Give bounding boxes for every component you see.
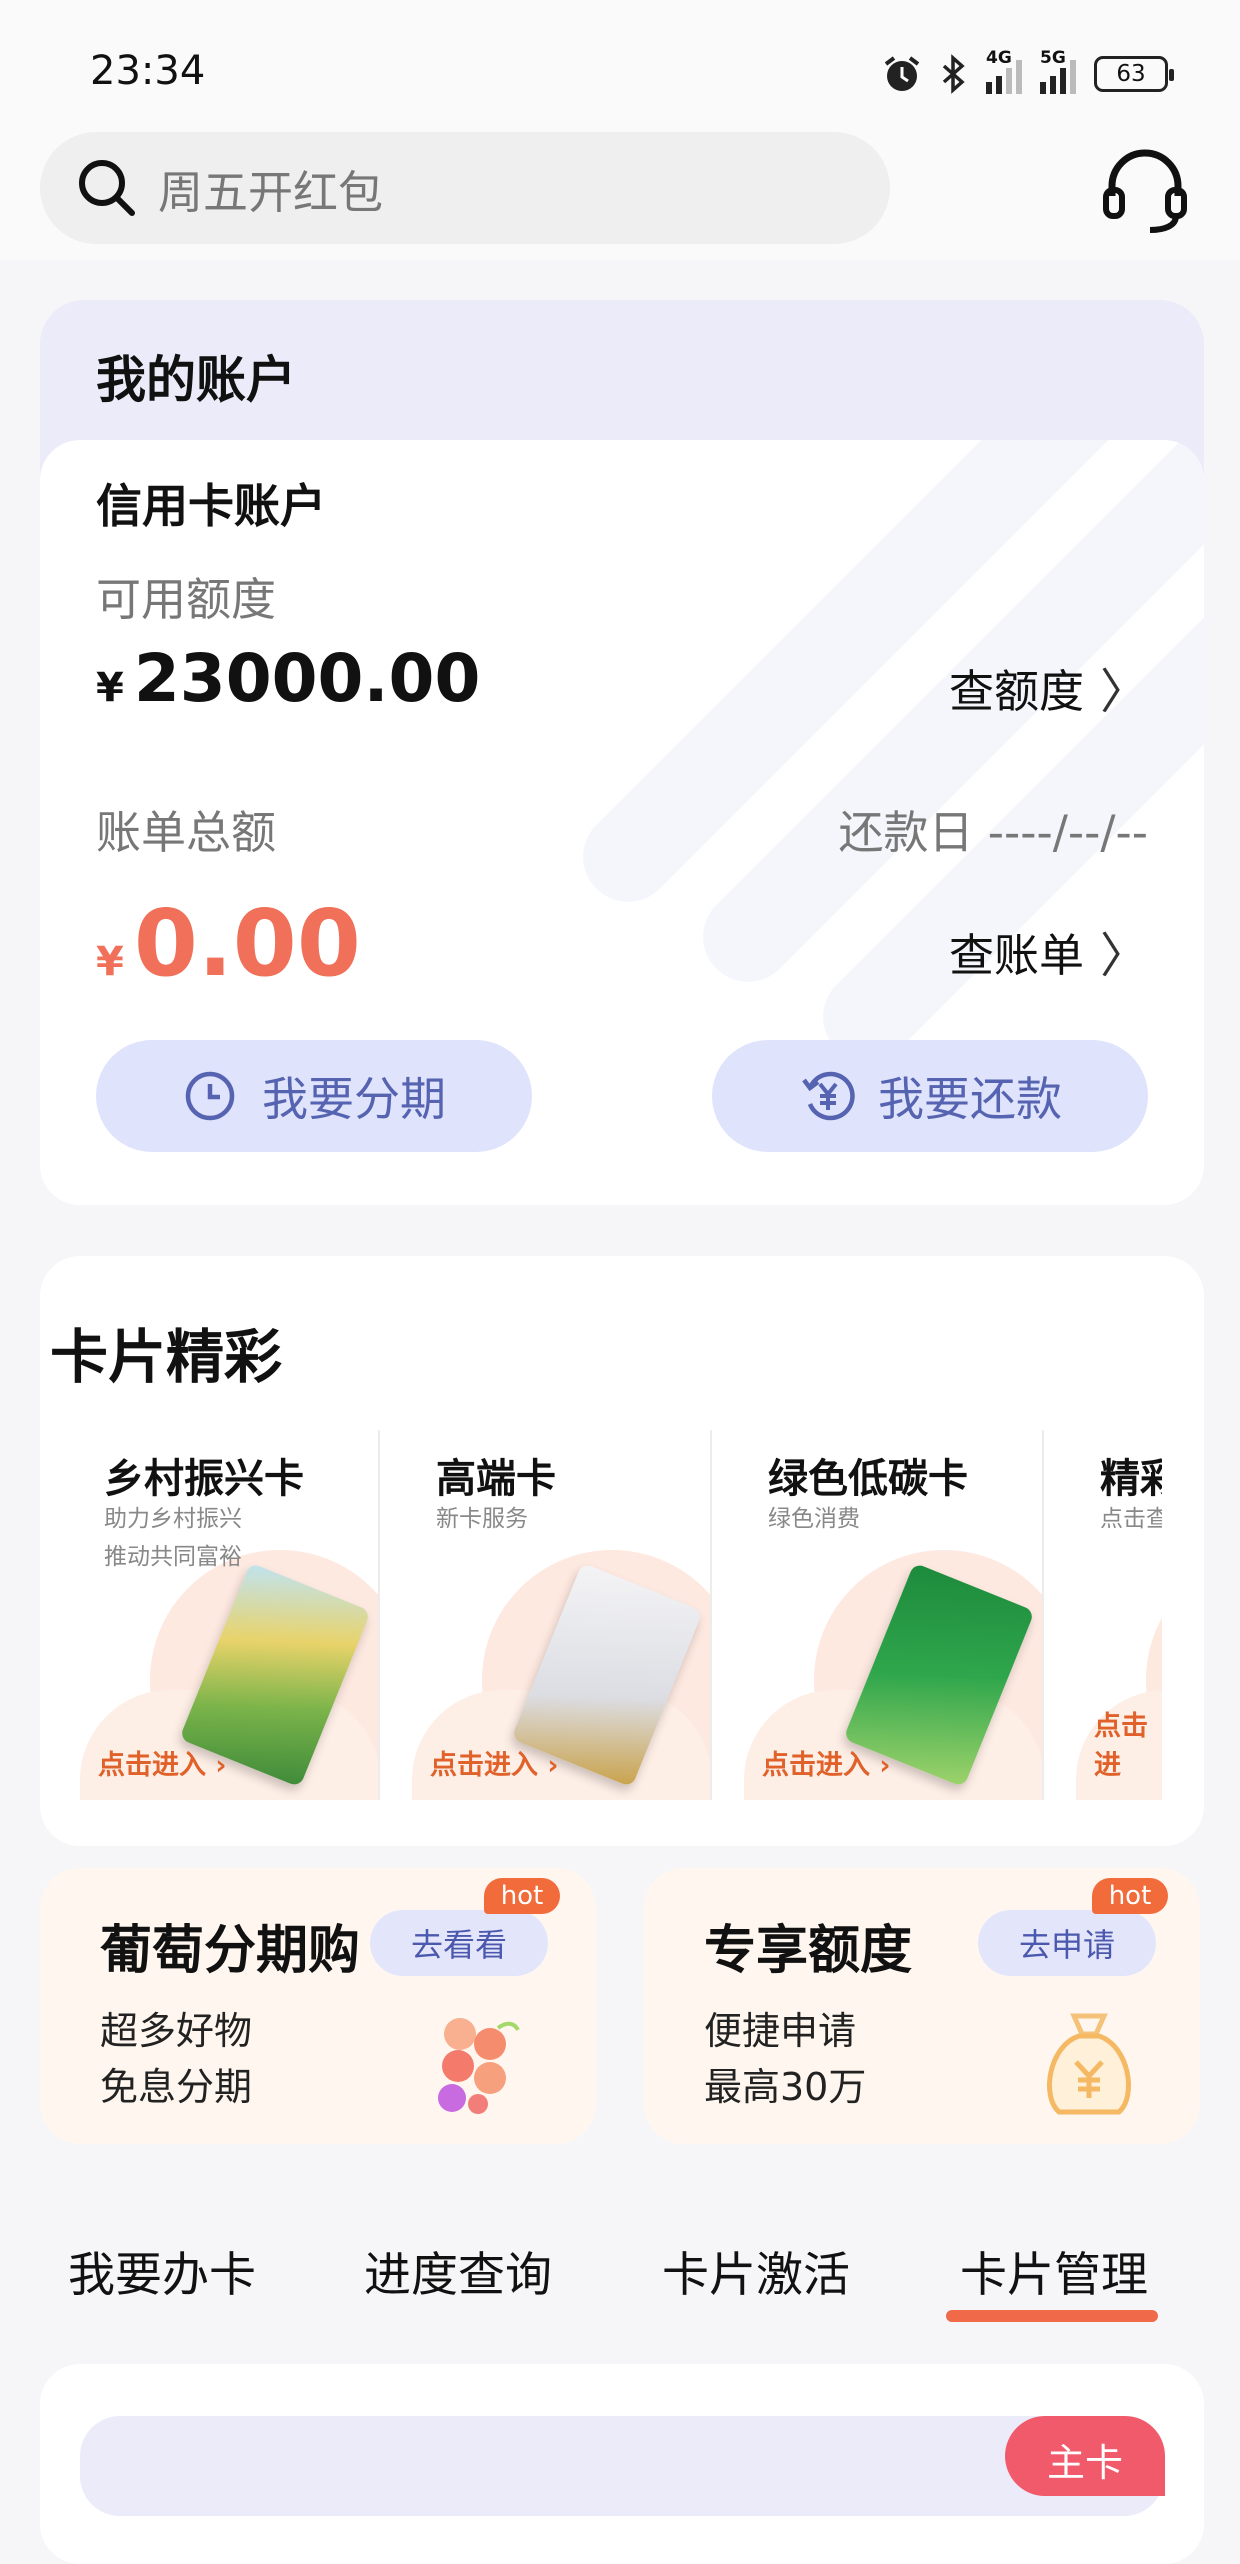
active-tab-indicator — [946, 2310, 1158, 2322]
alarm-icon — [884, 56, 920, 91]
search-placeholder: 周五开红包 — [158, 165, 384, 219]
account-type: 信用卡账户 — [96, 479, 326, 533]
check-bill-link[interactable]: 查账单〉 — [949, 916, 1148, 986]
money-bag-icon — [1046, 2013, 1132, 2115]
primary-card-item[interactable] — [80, 2416, 1164, 2516]
tab-card-management[interactable]: 卡片管理 — [960, 2236, 1148, 2305]
bill-total-value: ¥ 0.00 — [96, 890, 361, 997]
chevron-right-icon: 〉 — [1099, 664, 1148, 720]
card-tile-more[interactable]: 精彩 点击查 点击进 — [1076, 1430, 1162, 1800]
top-bar: 周五开红包 — [0, 110, 1240, 260]
installment-button[interactable]: 我要分期 — [96, 1040, 532, 1152]
clock-icon — [185, 1071, 235, 1121]
repay-yuan-icon — [802, 1071, 855, 1121]
hot-badge: hot — [1092, 1878, 1168, 1914]
battery-icon: 63 — [1094, 56, 1174, 92]
promo-grape-installment[interactable]: 葡萄分期购 去看看 hot 超多好物 免息分期 — [40, 1868, 596, 2144]
section-title: 我的账户 — [96, 351, 296, 409]
repay-button[interactable]: 我要还款 — [712, 1040, 1148, 1152]
card-tile-premium[interactable]: 高端卡 新卡服务 点击进入 › — [412, 1430, 712, 1800]
hot-badge: hot — [484, 1878, 560, 1914]
customer-service-icon[interactable] — [1100, 146, 1190, 236]
available-limit-label: 可用额度 — [96, 573, 277, 626]
tab-card-activation[interactable]: 卡片激活 — [662, 2236, 850, 2305]
search-input[interactable]: 周五开红包 — [40, 132, 890, 244]
card-tile-rural[interactable]: 乡村振兴卡 助力乡村振兴 推动共同富裕 点击进入 › — [80, 1430, 380, 1800]
section-title: 卡片精彩 — [50, 1323, 283, 1391]
tab-progress-query[interactable]: 进度查询 — [364, 2236, 552, 2305]
clock: 23:34 — [90, 48, 206, 94]
status-icons: 4G 5G 63 — [882, 48, 1174, 100]
signal-4g-icon: 4G — [986, 48, 1022, 94]
promo-exclusive-limit[interactable]: 专享额度 去申请 hot 便捷申请 最高30万 — [644, 1868, 1200, 2144]
chevron-right-icon: 〉 — [1099, 928, 1148, 984]
primary-card-badge: 主卡 — [1005, 2416, 1165, 2496]
due-date: 还款日 ----/--/-- — [838, 806, 1148, 859]
bluetooth-icon — [942, 54, 965, 94]
available-limit-value: ¥ 23000.00 — [96, 640, 481, 717]
promo-button[interactable]: 去申请 — [978, 1910, 1156, 1976]
grape-icon — [438, 2018, 520, 2114]
signal-5g-icon: 5G — [1040, 48, 1076, 94]
promo-button[interactable]: 去看看 — [370, 1910, 548, 1976]
card-tile-green[interactable]: 绿色低碳卡 绿色消费 点击进入 › — [744, 1430, 1044, 1800]
search-icon — [79, 160, 135, 216]
tab-apply-card[interactable]: 我要办卡 — [68, 2236, 256, 2305]
check-limit-link[interactable]: 查额度〉 — [949, 652, 1148, 722]
bill-total-label: 账单总额 — [96, 806, 277, 859]
